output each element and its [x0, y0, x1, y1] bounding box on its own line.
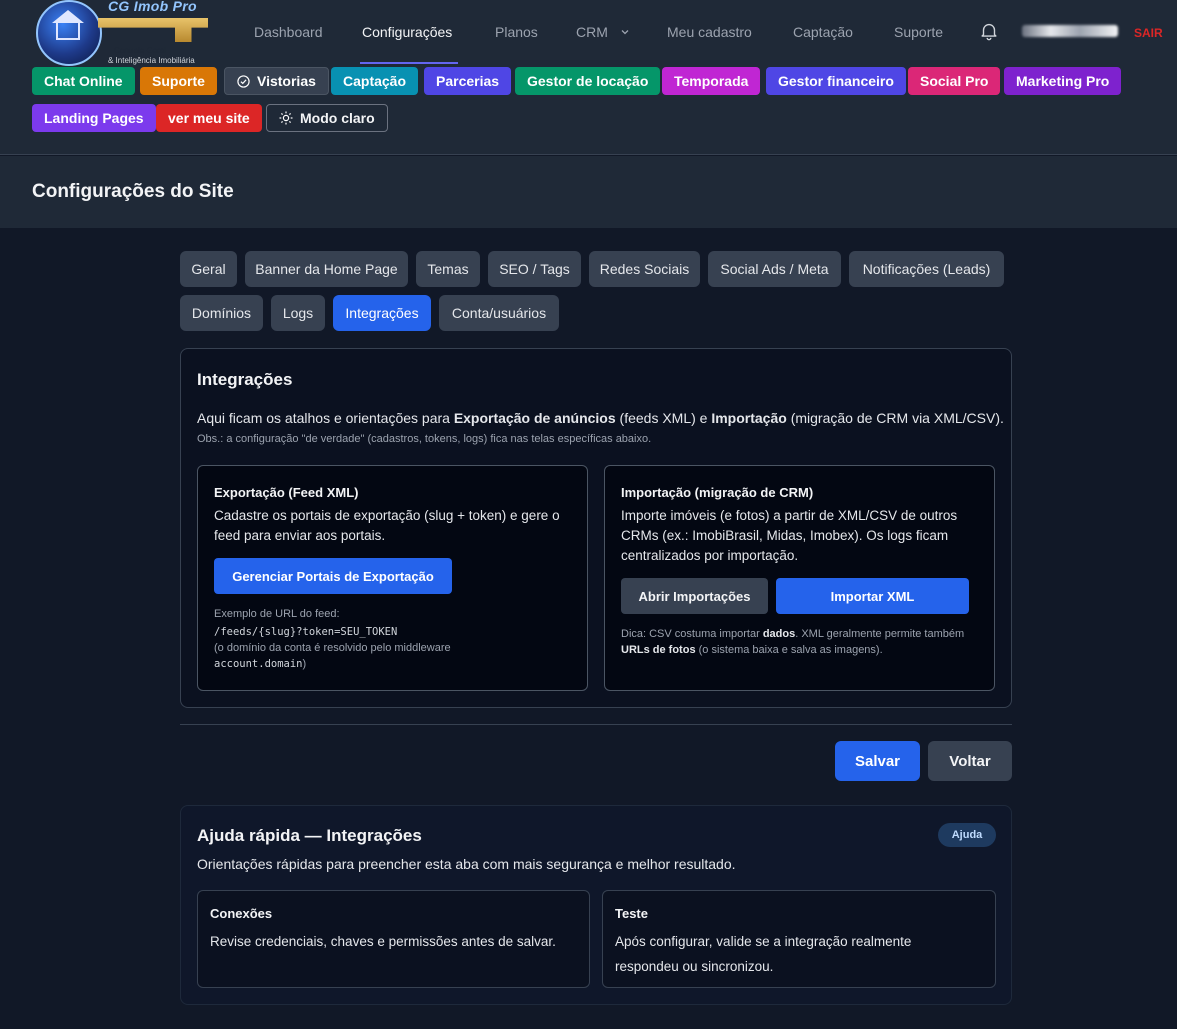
feed-example: Exemplo de URL do feed: /feeds/{slug}?to…	[214, 606, 451, 672]
vistorias-label: Vistorias	[257, 73, 316, 89]
import-tip: Dica: CSV costuma importar dados. XML ge…	[621, 628, 965, 656]
user-name-redacted[interactable]	[1022, 25, 1118, 37]
export-description: Cadastre os portais de exportação (slug …	[214, 508, 560, 543]
nav-active-indicator	[360, 62, 458, 64]
import-xml-button[interactable]: Importar XML	[776, 578, 969, 614]
key-icon	[98, 18, 208, 42]
card-title: Integrações	[197, 370, 293, 389]
feed-example-url: /feeds/{slug}?token=SEU_TOKEN	[214, 626, 398, 638]
help-title: Ajuda rápida — Integrações	[197, 826, 422, 845]
tab-logs[interactable]: Logs	[271, 295, 325, 331]
export-title: Exportação (Feed XML)	[214, 485, 359, 500]
vistorias-button[interactable]: Vistorias	[224, 67, 329, 95]
check-circle-icon	[237, 74, 250, 88]
brand-logo[interactable]: CG Imob Pro Controle Geral & Inteligênci…	[34, 0, 214, 66]
brand-name: CG Imob Pro	[108, 0, 197, 14]
top-header: CG Imob Pro Controle Geral & Inteligênci…	[0, 0, 1177, 155]
chat-online-button[interactable]: Chat Online	[32, 67, 135, 95]
open-imports-button[interactable]: Abrir Importações	[621, 578, 768, 614]
help-box-title: Teste	[615, 906, 648, 921]
feed-example-label: Exemplo de URL do feed:	[214, 608, 340, 620]
card-note: Obs.: a configuração "de verdade" (cadas…	[197, 433, 652, 445]
brand-tagline-1: Controle Geral	[114, 46, 167, 55]
captacao-button[interactable]: Captação	[331, 67, 419, 95]
landing-pages-button[interactable]: Landing Pages	[32, 104, 156, 132]
nav-captacao[interactable]: Captação	[793, 24, 853, 40]
tab-dominios[interactable]: Domínios	[180, 295, 263, 331]
manage-export-portals-button[interactable]: Gerenciar Portais de Exportação	[214, 558, 452, 594]
save-button[interactable]: Salvar	[835, 741, 920, 781]
temporada-button[interactable]: Temporada	[662, 67, 761, 95]
nav-dashboard[interactable]: Dashboard	[254, 24, 323, 40]
help-box-teste: Teste Após configurar, valide se a integ…	[602, 890, 996, 988]
house-icon	[56, 22, 80, 40]
chevron-down-icon	[621, 30, 629, 35]
feed-example-note: (o domínio da conta é resolvido pelo mid…	[214, 642, 451, 654]
tab-social-ads[interactable]: Social Ads / Meta	[708, 251, 841, 287]
help-description: Orientações rápidas para preencher esta …	[197, 856, 736, 872]
nav-meu-cadastro[interactable]: Meu cadastro	[667, 24, 752, 40]
page-header: Configurações do Site	[0, 156, 1177, 228]
integrations-card: Integrações Aqui ficam os atalhos e orie…	[180, 348, 1012, 708]
help-box-title: Conexões	[210, 906, 273, 921]
tab-temas[interactable]: Temas	[416, 251, 480, 287]
logout-link[interactable]: SAIR	[1134, 26, 1163, 40]
nav-crm-label: CRM	[576, 24, 608, 40]
card-description: Aqui ficam os atalhos e orientações para…	[197, 410, 1004, 426]
help-box-text: Revise credenciais, chaves e permissões …	[210, 934, 556, 949]
tab-integracoes[interactable]: Integrações	[333, 295, 431, 331]
tab-conta-usuarios[interactable]: Conta/usuários	[439, 295, 559, 331]
gestor-locacao-button[interactable]: Gestor de locação	[515, 67, 661, 95]
social-pro-button[interactable]: Social Pro	[908, 67, 1001, 95]
back-button[interactable]: Voltar	[928, 741, 1012, 781]
export-panel: Exportação (Feed XML) Cadastre os portai…	[197, 465, 588, 691]
page-title: Configurações do Site	[32, 181, 234, 202]
import-title: Importação (migração de CRM)	[621, 485, 814, 500]
nav-planos[interactable]: Planos	[495, 24, 538, 40]
section-divider	[180, 724, 1012, 725]
tab-geral[interactable]: Geral	[180, 251, 237, 287]
nav-suporte[interactable]: Suporte	[894, 24, 943, 40]
nav-crm[interactable]: CRM	[576, 24, 630, 40]
gestor-financeiro-button[interactable]: Gestor financeiro	[766, 67, 906, 95]
tab-redes-sociais[interactable]: Redes Sociais	[589, 251, 700, 287]
quick-help-card: Ajuda rápida — Integrações Ajuda Orienta…	[180, 805, 1012, 1005]
bell-icon[interactable]	[978, 20, 1000, 42]
help-box-text: Após configurar, valide se a integração …	[615, 934, 912, 974]
modo-claro-button[interactable]: Modo claro	[266, 104, 388, 132]
help-box-conexoes: Conexões Revise credenciais, chaves e pe…	[197, 890, 590, 988]
help-badge: Ajuda	[938, 823, 996, 847]
modo-claro-label: Modo claro	[300, 110, 375, 126]
import-description: Importe imóveis (e fotos) a partir de XM…	[621, 508, 958, 563]
tab-notificacoes[interactable]: Notificações (Leads)	[849, 251, 1004, 287]
ver-meu-site-button[interactable]: ver meu site	[156, 104, 262, 132]
tab-seo[interactable]: SEO / Tags	[488, 251, 581, 287]
marketing-pro-button[interactable]: Marketing Pro	[1004, 67, 1122, 95]
suporte-button[interactable]: Suporte	[140, 67, 217, 95]
nav-configuracoes[interactable]: Configurações	[362, 24, 452, 40]
sun-icon	[279, 111, 293, 125]
brand-tagline-2: & Inteligência Imobiliária	[108, 56, 195, 65]
tab-banner[interactable]: Banner da Home Page	[245, 251, 408, 287]
feed-example-domain: account.domain)	[214, 658, 307, 670]
parcerias-button[interactable]: Parcerias	[424, 67, 512, 95]
import-panel: Importação (migração de CRM) Importe imó…	[604, 465, 995, 691]
